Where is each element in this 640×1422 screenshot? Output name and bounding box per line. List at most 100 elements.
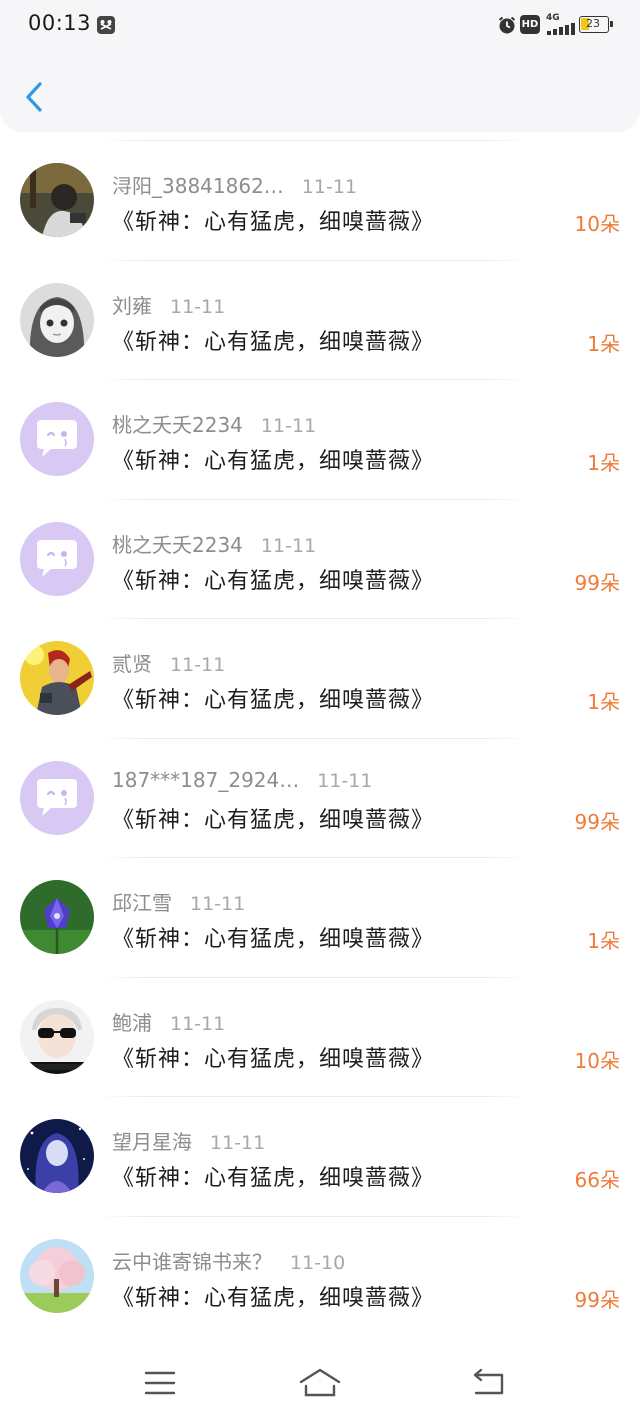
book-title[interactable]: 《斩神：心有猛虎，细嗅蔷薇》	[112, 443, 434, 475]
user-name[interactable]: 云中谁寄锦书来？	[112, 1246, 272, 1275]
user-name[interactable]: 187***187_2924…	[112, 768, 299, 792]
list-item[interactable]: 桃之夭夭2234 11-11 《斩神：心有猛虎，细嗅蔷薇》 99朵	[0, 498, 640, 619]
gift-date: 11-11	[260, 415, 317, 437]
row-divider	[98, 259, 528, 261]
list-item[interactable]: 187***187_2924… 11-11 《斩神：心有猛虎，细嗅蔷薇》 99朵	[0, 737, 640, 858]
back-button[interactable]	[18, 76, 54, 118]
row-divider	[98, 1096, 528, 1097]
list-item[interactable]: 贰贤 11-11 《斩神：心有猛虎，细嗅蔷薇》 1朵	[0, 618, 640, 738]
battery-icon: 23	[579, 16, 613, 33]
user-name[interactable]: 望月星海	[112, 1126, 192, 1155]
flower-count: 66朵	[574, 1168, 620, 1192]
gift-date: 11-11	[170, 295, 226, 318]
book-title[interactable]: 《斩神：心有猛虎，细嗅蔷薇》	[112, 1280, 434, 1312]
book-title[interactable]: 《斩神：心有猛虎，细嗅蔷薇》	[112, 1160, 434, 1192]
user-name[interactable]: 邱江雪	[112, 887, 172, 916]
book-title[interactable]: 《斩神：心有猛虎，细嗅蔷薇》	[112, 802, 434, 834]
flower-count: 99朵	[574, 809, 620, 834]
row-divider	[98, 618, 528, 619]
user-name[interactable]: 鲍浦	[112, 1007, 152, 1036]
hd-badge: HD	[520, 15, 540, 34]
item-meta: 贰贤 11-11	[112, 648, 225, 676]
user-name[interactable]: 贰贤	[112, 648, 152, 677]
flower-count: 10朵	[574, 212, 620, 236]
flower-count: 1朵	[587, 451, 620, 475]
list-item[interactable]: 刘雍 11-11 《斩神：心有猛虎，细嗅蔷薇》 1朵	[0, 259, 640, 380]
flower-count: 1朵	[587, 690, 620, 714]
gift-date: 11-11	[260, 534, 317, 557]
book-title[interactable]: 《斩神：心有猛虎，细嗅蔷薇》	[112, 563, 434, 595]
list-item[interactable]: 云中谁寄锦书来？ 11-10 《斩神：心有猛虎，细嗅蔷薇》 99朵	[0, 1215, 640, 1336]
flower-count: 1朵	[587, 929, 620, 953]
user-name[interactable]: 浔阳_38841862…	[112, 170, 284, 199]
flower-count: 99朵	[574, 1287, 620, 1312]
battery-level: 23	[586, 17, 600, 30]
row-divider	[98, 976, 528, 978]
menu-button[interactable]	[144, 1368, 176, 1402]
avatar[interactable]	[20, 282, 94, 357]
avatar[interactable]	[20, 163, 94, 237]
book-title[interactable]: 《斩神：心有猛虎，细嗅蔷薇》	[112, 204, 434, 236]
status-bar: 00:13 HD 4G 23	[0, 0, 640, 50]
row-divider	[98, 1215, 528, 1217]
user-name[interactable]: 刘雍	[112, 290, 152, 319]
hd-label: HD	[521, 19, 539, 30]
gift-record-list: 浔阳_38841862… 11-11 《斩神：心有猛虎，细嗅蔷薇》 10朵 刘雍…	[0, 140, 640, 1335]
item-meta: 邱江雪 11-11	[112, 887, 245, 915]
avatar[interactable]	[20, 880, 94, 954]
gift-date: 11-11	[170, 1012, 226, 1035]
user-name[interactable]: 桃之夭夭2234	[112, 529, 243, 558]
item-meta: 云中谁寄锦书来？ 11-10	[112, 1246, 345, 1274]
item-meta: 浔阳_38841862… 11-11	[112, 170, 357, 198]
avatar[interactable]	[20, 1119, 94, 1193]
book-title[interactable]: 《斩神：心有猛虎，细嗅蔷薇》	[112, 324, 434, 356]
user-name[interactable]: 桃之夭夭2234	[112, 409, 243, 438]
gift-date: 11-11	[170, 654, 226, 676]
row-divider	[98, 498, 528, 500]
signal-icon: 4G	[546, 13, 576, 35]
avatar[interactable]	[20, 999, 94, 1074]
book-title[interactable]: 《斩神：心有猛虎，细嗅蔷薇》	[112, 1041, 434, 1073]
row-divider	[98, 379, 528, 380]
home-button[interactable]	[298, 1366, 342, 1404]
avatar[interactable]	[20, 641, 94, 715]
item-meta: 桃之夭夭2234 11-11	[112, 529, 316, 557]
gift-date: 11-11	[190, 893, 246, 915]
row-divider	[98, 140, 528, 141]
avatar[interactable]	[20, 1238, 94, 1313]
book-title[interactable]: 《斩神：心有猛虎，细嗅蔷薇》	[112, 682, 434, 714]
list-item[interactable]: 邱江雪 11-11 《斩神：心有猛虎，细嗅蔷薇》 1朵	[0, 857, 640, 977]
flower-count: 10朵	[574, 1048, 620, 1073]
flower-count: 1朵	[587, 331, 620, 356]
avatar[interactable]	[20, 760, 94, 835]
gift-date: 11-11	[301, 176, 358, 198]
book-title[interactable]: 《斩神：心有猛虎，细嗅蔷薇》	[112, 921, 434, 953]
list-item[interactable]: 桃之夭夭2234 11-11 《斩神：心有猛虎，细嗅蔷薇》 1朵	[0, 379, 640, 499]
item-meta: 187***187_2924… 11-11	[112, 768, 372, 796]
flower-count: 99朵	[574, 570, 620, 595]
status-time: 00:13	[28, 11, 92, 35]
gift-date: 11-11	[210, 1132, 266, 1154]
bottom-nav-bar	[0, 1350, 640, 1422]
home-icon	[299, 1368, 341, 1397]
screen-record-icon	[97, 16, 115, 34]
gift-date: 11-10	[290, 1251, 346, 1274]
network-label: 4G	[546, 13, 560, 23]
list-item[interactable]: 望月星海 11-11 《斩神：心有猛虎，细嗅蔷薇》 66朵	[0, 1096, 640, 1216]
avatar[interactable]	[20, 521, 94, 596]
back-icon	[473, 1368, 504, 1395]
item-meta: 桃之夭夭2234 11-11	[112, 409, 316, 437]
list-item[interactable]: 鲍浦 11-11 《斩神：心有猛虎，细嗅蔷薇》 10朵	[0, 976, 640, 1097]
avatar[interactable]	[20, 402, 94, 476]
item-meta: 刘雍 11-11	[112, 290, 225, 318]
item-meta: 鲍浦 11-11	[112, 1007, 225, 1035]
alarm-icon	[498, 16, 516, 34]
item-meta: 望月星海 11-11	[112, 1126, 265, 1154]
system-back-button[interactable]	[470, 1368, 506, 1402]
row-divider	[98, 737, 528, 739]
list-item[interactable]: 浔阳_38841862… 11-11 《斩神：心有猛虎，细嗅蔷薇》 10朵	[0, 140, 640, 260]
menu-icon	[144, 1371, 176, 1395]
gift-date: 11-11	[317, 769, 373, 792]
chevron-left-icon	[26, 82, 42, 112]
row-divider	[98, 857, 528, 858]
